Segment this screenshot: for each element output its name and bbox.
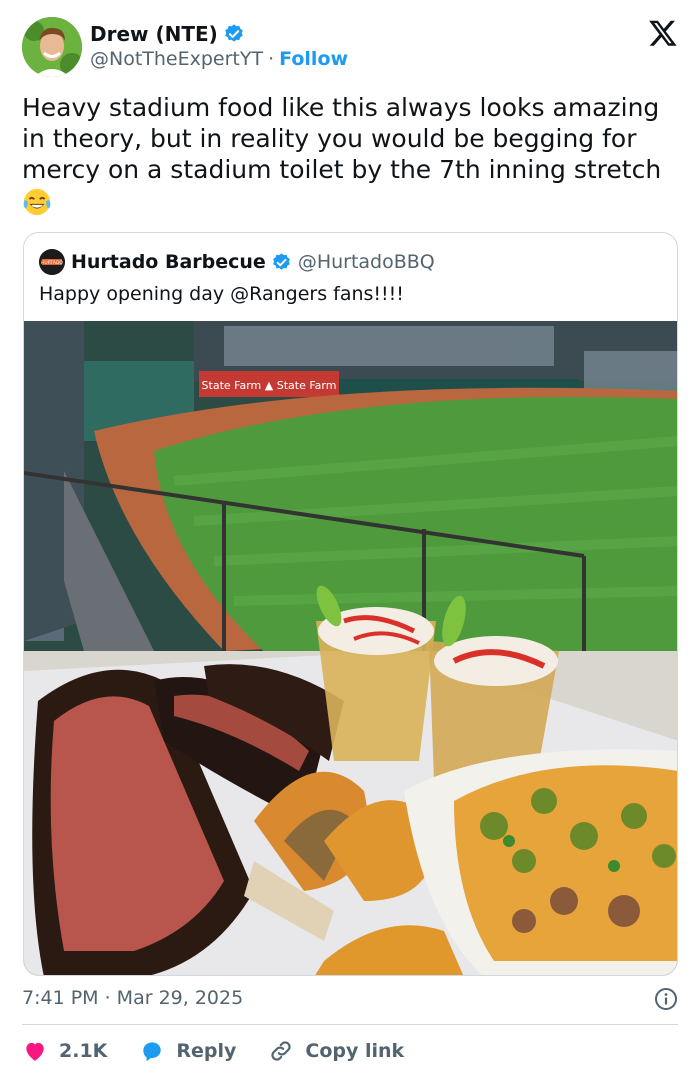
x-logo-icon[interactable] (648, 18, 678, 48)
banner-text: State Farm ▲ State Farm (202, 379, 337, 392)
tweet-card: Drew (NTE) @NotTheExpertYT · Follow Heav… (0, 0, 700, 1078)
author-handle[interactable]: @NotTheExpertYT (90, 48, 263, 70)
reply-button[interactable]: Reply (139, 1038, 236, 1064)
divider (22, 1024, 678, 1025)
tweet-text: Heavy stadium food like this always look… (22, 93, 662, 184)
quoted-text: Happy opening day @Rangers fans!!!! (39, 283, 404, 305)
quoted-avatar-text: HURTADO (41, 260, 63, 266)
tweet-body: Heavy stadium food like this always look… (22, 92, 682, 217)
quoted-handle[interactable]: @HurtadoBBQ (298, 251, 435, 273)
reply-bubble-icon (143, 1042, 162, 1062)
author-name-row: Drew (NTE) (90, 22, 245, 46)
like-button[interactable]: 2.1K (22, 1038, 107, 1064)
quoted-header: HURTADO Hurtado Barbecue @HurtadoBBQ (39, 249, 435, 275)
copy-link-button[interactable]: Copy link (268, 1038, 404, 1064)
verified-badge-icon (225, 24, 243, 42)
link-icon (271, 1041, 292, 1061)
reply-label: Reply (176, 1040, 237, 1062)
crying-laughing-emoji-icon (23, 188, 51, 216)
tweet-timestamp[interactable]: 7:41 PM · Mar 29, 2025 (22, 987, 243, 1009)
copy-link-label: Copy link (305, 1040, 405, 1062)
quoted-avatar[interactable]: HURTADO (39, 249, 65, 275)
verified-badge-icon (273, 252, 290, 270)
author-name[interactable]: Drew (NTE) (90, 22, 218, 46)
quoted-name[interactable]: Hurtado Barbecue (71, 251, 266, 273)
separator-dot: · (268, 48, 275, 70)
follow-button[interactable]: Follow (279, 48, 348, 70)
author-handle-row: @NotTheExpertYT · Follow (90, 48, 348, 70)
heart-icon (26, 1042, 44, 1061)
action-bar: 2.1K Reply Copy link (22, 1036, 436, 1066)
like-count: 2.1K (59, 1040, 108, 1062)
author-avatar[interactable] (22, 17, 82, 77)
quoted-photo[interactable]: State Farm ▲ State Farm (24, 321, 677, 975)
quoted-tweet[interactable]: HURTADO Hurtado Barbecue @HurtadoBBQ Hap… (23, 232, 678, 976)
info-icon[interactable] (654, 987, 678, 1011)
